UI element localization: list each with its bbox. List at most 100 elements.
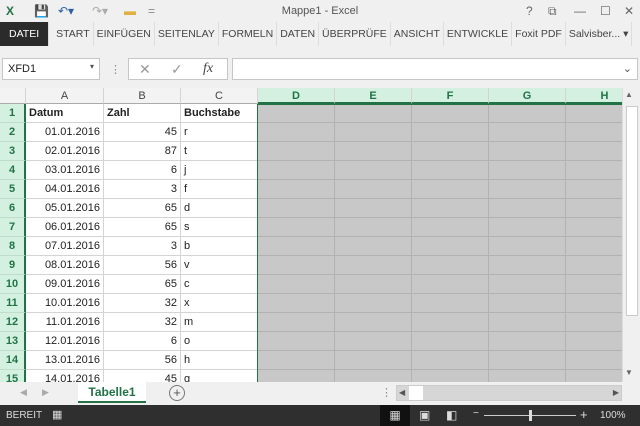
cell[interactable]: j — [181, 161, 258, 180]
cell[interactable]: 02.01.2016 — [26, 142, 104, 161]
ribbon-tab[interactable]: Salvisber... ▾ — [566, 22, 633, 46]
close-button[interactable]: ✕ — [624, 4, 634, 18]
ribbon-tab[interactable]: ANSICHT — [391, 22, 444, 46]
select-all-corner[interactable] — [0, 88, 26, 104]
row-header[interactable]: 1 — [0, 104, 26, 123]
row-header[interactable]: 3 — [0, 142, 26, 161]
row-header[interactable]: 13 — [0, 332, 26, 351]
column-header-B[interactable]: B — [104, 88, 181, 104]
row-header[interactable]: 4 — [0, 161, 26, 180]
cell[interactable]: g — [181, 370, 258, 382]
cell[interactable]: f — [181, 180, 258, 199]
column-header-H[interactable]: H — [566, 88, 622, 104]
cell[interactable]: d — [181, 199, 258, 218]
cell[interactable]: m — [181, 313, 258, 332]
column-header-E[interactable]: E — [335, 88, 412, 104]
row-header[interactable]: 10 — [0, 275, 26, 294]
ribbon-tab[interactable]: DATEN — [277, 22, 320, 46]
cell[interactable]: 65 — [104, 218, 181, 237]
cell[interactable]: 45 — [104, 370, 181, 382]
ribbon-tab[interactable]: Foxit PDF — [512, 22, 566, 46]
enter-icon[interactable]: ✓ — [171, 61, 183, 78]
ribbon-tab[interactable]: EINFÜGEN — [94, 22, 155, 46]
ribbon-tab[interactable]: ENTWICKLE — [444, 22, 513, 46]
prev-sheet-icon[interactable]: ◀ — [20, 387, 27, 398]
cell[interactable]: x — [181, 294, 258, 313]
cell[interactable]: 56 — [104, 351, 181, 370]
cell[interactable]: 3 — [104, 237, 181, 256]
cell[interactable]: 04.01.2016 — [26, 180, 104, 199]
macro-record-icon[interactable]: ▦ — [52, 408, 62, 421]
column-header-A[interactable]: A — [26, 88, 104, 104]
row-header[interactable]: 12 — [0, 313, 26, 332]
next-sheet-icon[interactable]: ▶ — [42, 387, 49, 398]
cell[interactable]: 3 — [104, 180, 181, 199]
row-header[interactable]: 2 — [0, 123, 26, 142]
expand-formula-icon[interactable]: ⌄ — [623, 62, 632, 75]
column-header-C[interactable]: C — [181, 88, 258, 104]
cell[interactable]: 6 — [104, 332, 181, 351]
cancel-icon[interactable]: ✕ — [139, 61, 151, 78]
row-header[interactable]: 7 — [0, 218, 26, 237]
add-sheet-button[interactable]: + — [169, 385, 185, 401]
cell[interactable]: 12.01.2016 — [26, 332, 104, 351]
cell[interactable]: Zahl — [104, 104, 181, 123]
scroll-left-icon[interactable]: ◀ — [399, 388, 405, 397]
cell[interactable]: 08.01.2016 — [26, 256, 104, 275]
cell[interactable]: 10.01.2016 — [26, 294, 104, 313]
column-header-G[interactable]: G — [489, 88, 566, 104]
cell[interactable]: Datum — [26, 104, 104, 123]
cell[interactable]: 65 — [104, 199, 181, 218]
row-header[interactable]: 15 — [0, 370, 26, 382]
split-handle-icon[interactable]: ⋮ — [381, 386, 392, 399]
name-box[interactable]: XFD1 ▾ — [2, 58, 100, 80]
zoom-in-button[interactable]: + — [580, 407, 588, 422]
cell[interactable]: 01.01.2016 — [26, 123, 104, 142]
sheet-tab-tabelle1[interactable]: Tabelle1 — [78, 382, 146, 403]
cell[interactable]: 56 — [104, 256, 181, 275]
h-scroll-thumb[interactable] — [409, 386, 423, 400]
column-header-D[interactable]: D — [258, 88, 335, 104]
cell[interactable]: 07.01.2016 — [26, 237, 104, 256]
cell[interactable]: o — [181, 332, 258, 351]
row-header[interactable]: 11 — [0, 294, 26, 313]
ribbon-tab[interactable]: DATEI — [0, 22, 50, 46]
cell[interactable]: 11.01.2016 — [26, 313, 104, 332]
insert-function-icon[interactable]: fx — [203, 61, 213, 77]
cell[interactable]: 45 — [104, 123, 181, 142]
formula-input[interactable]: ⌄ — [232, 58, 638, 80]
minimize-button[interactable]: — — [574, 4, 586, 18]
row-header[interactable]: 8 — [0, 237, 26, 256]
vertical-scrollbar[interactable]: ▲ ▼ — [622, 88, 640, 382]
cell[interactable]: r — [181, 123, 258, 142]
ribbon-tab[interactable]: ÜBERPRÜFE — [319, 22, 391, 46]
cell[interactable]: v — [181, 256, 258, 275]
ribbon-tab[interactable]: SEITENLAY — [155, 22, 219, 46]
page-layout-icon[interactable]: ▣ — [419, 408, 430, 422]
cell[interactable]: 32 — [104, 313, 181, 332]
cell[interactable]: c — [181, 275, 258, 294]
cell[interactable]: 87 — [104, 142, 181, 161]
row-header[interactable]: 6 — [0, 199, 26, 218]
zoom-out-button[interactable]: − — [473, 408, 479, 419]
cell[interactable]: 09.01.2016 — [26, 275, 104, 294]
ribbon-tab[interactable]: FORMELN — [219, 22, 278, 46]
cell[interactable]: Buchstabe — [181, 104, 258, 123]
maximize-button[interactable]: ☐ — [600, 4, 611, 18]
scroll-up-icon[interactable]: ▲ — [625, 90, 633, 99]
cell[interactable]: 03.01.2016 — [26, 161, 104, 180]
row-header[interactable]: 14 — [0, 351, 26, 370]
cell[interactable]: 13.01.2016 — [26, 351, 104, 370]
page-break-icon[interactable]: ◧ — [446, 408, 457, 422]
help-button[interactable]: ? — [526, 4, 533, 18]
column-header-F[interactable]: F — [412, 88, 489, 104]
scroll-right-icon[interactable]: ▶ — [613, 388, 619, 397]
row-header[interactable]: 9 — [0, 256, 26, 275]
normal-view-icon[interactable]: ▦ — [380, 405, 410, 426]
cell[interactable]: 6 — [104, 161, 181, 180]
row-header[interactable]: 5 — [0, 180, 26, 199]
chevron-down-icon[interactable]: ▾ — [90, 62, 94, 71]
cell[interactable]: 65 — [104, 275, 181, 294]
zoom-slider[interactable] — [484, 410, 576, 421]
horizontal-scrollbar[interactable]: ◀ ▶ — [396, 385, 622, 401]
